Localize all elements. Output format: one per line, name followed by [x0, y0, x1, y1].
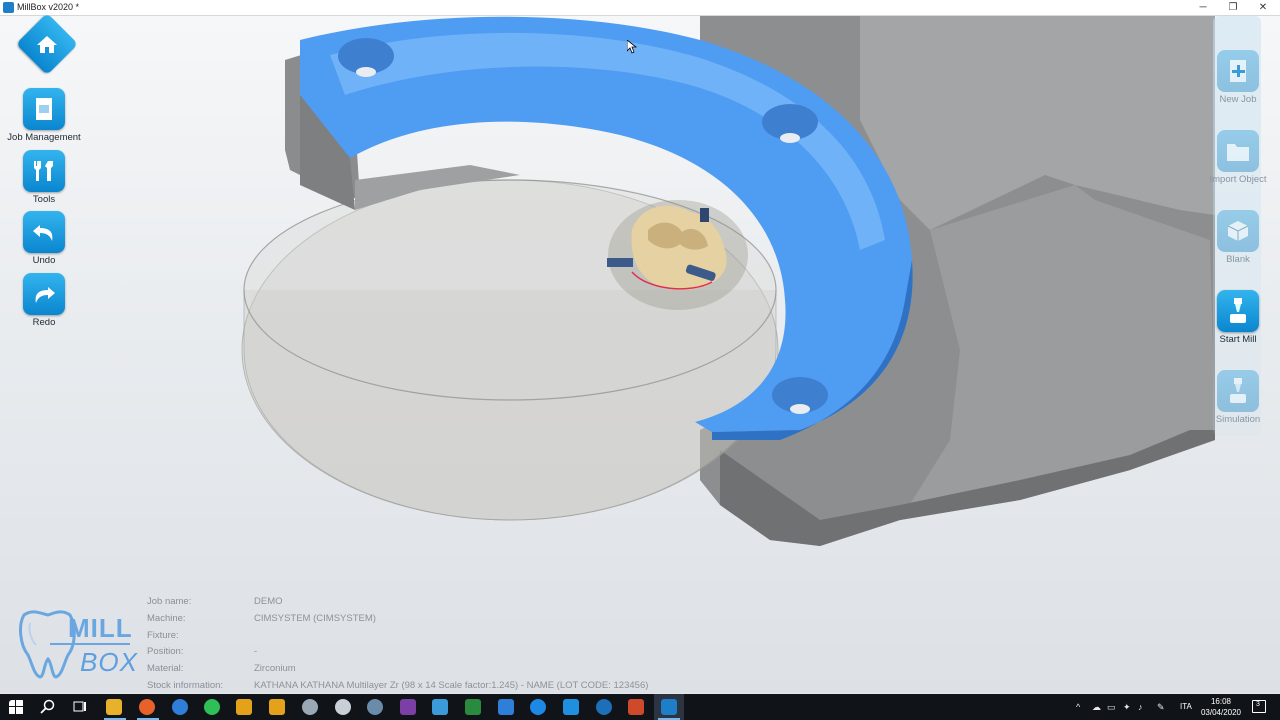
info-value: KATHANA KATHANA Multilayer Zr (98 x 14 S…: [254, 679, 649, 691]
skype-icon[interactable]: [563, 699, 579, 715]
blank-button[interactable]: Blank: [1202, 210, 1274, 265]
home-icon: [37, 36, 57, 53]
start-mill-icon: [1217, 290, 1259, 332]
blank-label: Blank: [1226, 254, 1250, 265]
app-icon-3d[interactable]: [302, 699, 318, 715]
logo-text-mill: MILL: [68, 613, 133, 643]
firefox-icon[interactable]: [139, 699, 155, 715]
app-icon-snowflake[interactable]: [596, 699, 612, 715]
new-job-icon: [1217, 50, 1259, 92]
start-mill-label: Start Mill: [1219, 334, 1257, 345]
pen-icon[interactable]: ✎: [1157, 702, 1165, 713]
mouse-cursor: [627, 40, 637, 54]
app-icon-key-2[interactable]: [269, 699, 285, 715]
excel-icon[interactable]: [465, 699, 481, 715]
clock-time: 16:08: [1210, 697, 1232, 706]
powerpoint-icon[interactable]: [628, 699, 644, 715]
screw-hole-inner: [356, 67, 376, 77]
undo-label: Undo: [32, 255, 56, 266]
screw-hole-inner: [790, 404, 810, 414]
tools-label: Tools: [32, 194, 56, 205]
info-value: Zirconium: [254, 663, 296, 675]
app-icon-monitor[interactable]: [498, 699, 514, 715]
notification-count: 3: [1256, 701, 1260, 708]
window-title: MillBox v2020 *: [17, 2, 80, 12]
language-indicator[interactable]: ITA: [1180, 702, 1192, 711]
tools-button[interactable]: Tools: [0, 150, 88, 205]
job-management-label: Job Management: [7, 132, 81, 143]
edge-icon[interactable]: [172, 699, 188, 715]
title-bar: MillBox v2020 * ─ ❐ ✕: [0, 0, 1280, 16]
simulation-label: Simulation: [1215, 414, 1261, 425]
millbox-logo: MILL BOX: [14, 603, 137, 681]
redo-button[interactable]: Redo: [0, 273, 88, 328]
info-key: Position:: [147, 646, 184, 658]
new-job-label: New Job: [1219, 94, 1257, 105]
whatsapp-icon[interactable]: [204, 699, 220, 715]
undo-button[interactable]: Undo: [0, 211, 88, 266]
clock-date: 03/04/2020: [1200, 708, 1242, 717]
notification-center-icon[interactable]: 3: [1252, 700, 1266, 713]
app-icon-key[interactable]: [236, 699, 252, 715]
app-icon-tooth[interactable]: [367, 699, 383, 715]
connector-pin: [700, 208, 709, 222]
info-value: CIMSYSTEM (CIMSYSTEM): [254, 612, 376, 624]
millbox-app-icon: [3, 2, 14, 13]
onenote-icon[interactable]: [400, 699, 416, 715]
onedrive-icon[interactable]: ☁: [1092, 702, 1101, 713]
windows-taskbar: ^ ☁ ▭ ✦ ♪ ✎ ITA 16:08 03/04/2020 3: [0, 694, 1280, 720]
job-management-icon: [23, 88, 65, 130]
task-view-icon[interactable]: [72, 699, 88, 715]
home-button[interactable]: [3, 12, 91, 76]
home-diamond: [15, 12, 79, 76]
new-job-button[interactable]: New Job: [1202, 50, 1274, 105]
simulation-icon: [1217, 370, 1259, 412]
volume-icon[interactable]: ♪: [1138, 702, 1143, 712]
redo-icon: [23, 273, 65, 315]
system-clock[interactable]: 16:08 03/04/2020: [1196, 696, 1246, 718]
file-explorer-icon[interactable]: [106, 699, 122, 715]
tools-icon: [23, 150, 65, 192]
search-icon[interactable]: [40, 699, 56, 715]
logo-text-box: BOX: [80, 647, 138, 677]
info-key: Fixture:: [147, 629, 179, 641]
job-management-button[interactable]: Job Management: [0, 88, 88, 143]
minimize-button[interactable]: ─: [1186, 0, 1220, 15]
blank-icon: [1217, 210, 1259, 252]
screw-hole-inner: [780, 133, 800, 143]
info-value: DEMO: [254, 596, 283, 607]
maximize-button[interactable]: ❐: [1216, 0, 1250, 15]
windows-start-icon[interactable]: [9, 700, 25, 716]
tray-chevron-icon[interactable]: ^: [1076, 702, 1080, 712]
app-icon-teamviewer[interactable]: [530, 699, 546, 715]
dropbox-icon[interactable]: ✦: [1123, 702, 1131, 713]
undo-icon: [23, 211, 65, 253]
app-icon-scanner[interactable]: [335, 699, 351, 715]
connector-pin: [607, 258, 633, 267]
simulation-button[interactable]: Simulation: [1202, 370, 1274, 425]
info-key: Material:: [147, 663, 184, 675]
3d-viewport[interactable]: Job name: DEMO Machine: CIMSYSTEM (CIMSY…: [0, 16, 1280, 693]
info-key: Job name:: [147, 596, 192, 607]
import-object-label: Import Object: [1209, 174, 1267, 185]
info-key: Stock information:: [147, 679, 224, 691]
close-button[interactable]: ✕: [1246, 0, 1280, 15]
import-object-icon: [1217, 130, 1259, 172]
info-key: Machine:: [147, 612, 186, 624]
info-value: -: [254, 646, 258, 658]
millbox-taskbar-icon[interactable]: [661, 699, 677, 715]
redo-label: Redo: [32, 317, 56, 328]
app-icon-cad[interactable]: [432, 699, 448, 715]
start-mill-button[interactable]: Start Mill: [1202, 290, 1274, 345]
network-icon[interactable]: ▭: [1107, 702, 1116, 713]
fixture-3d-scene: [241, 16, 1215, 546]
import-object-button[interactable]: Import Object: [1202, 130, 1274, 185]
